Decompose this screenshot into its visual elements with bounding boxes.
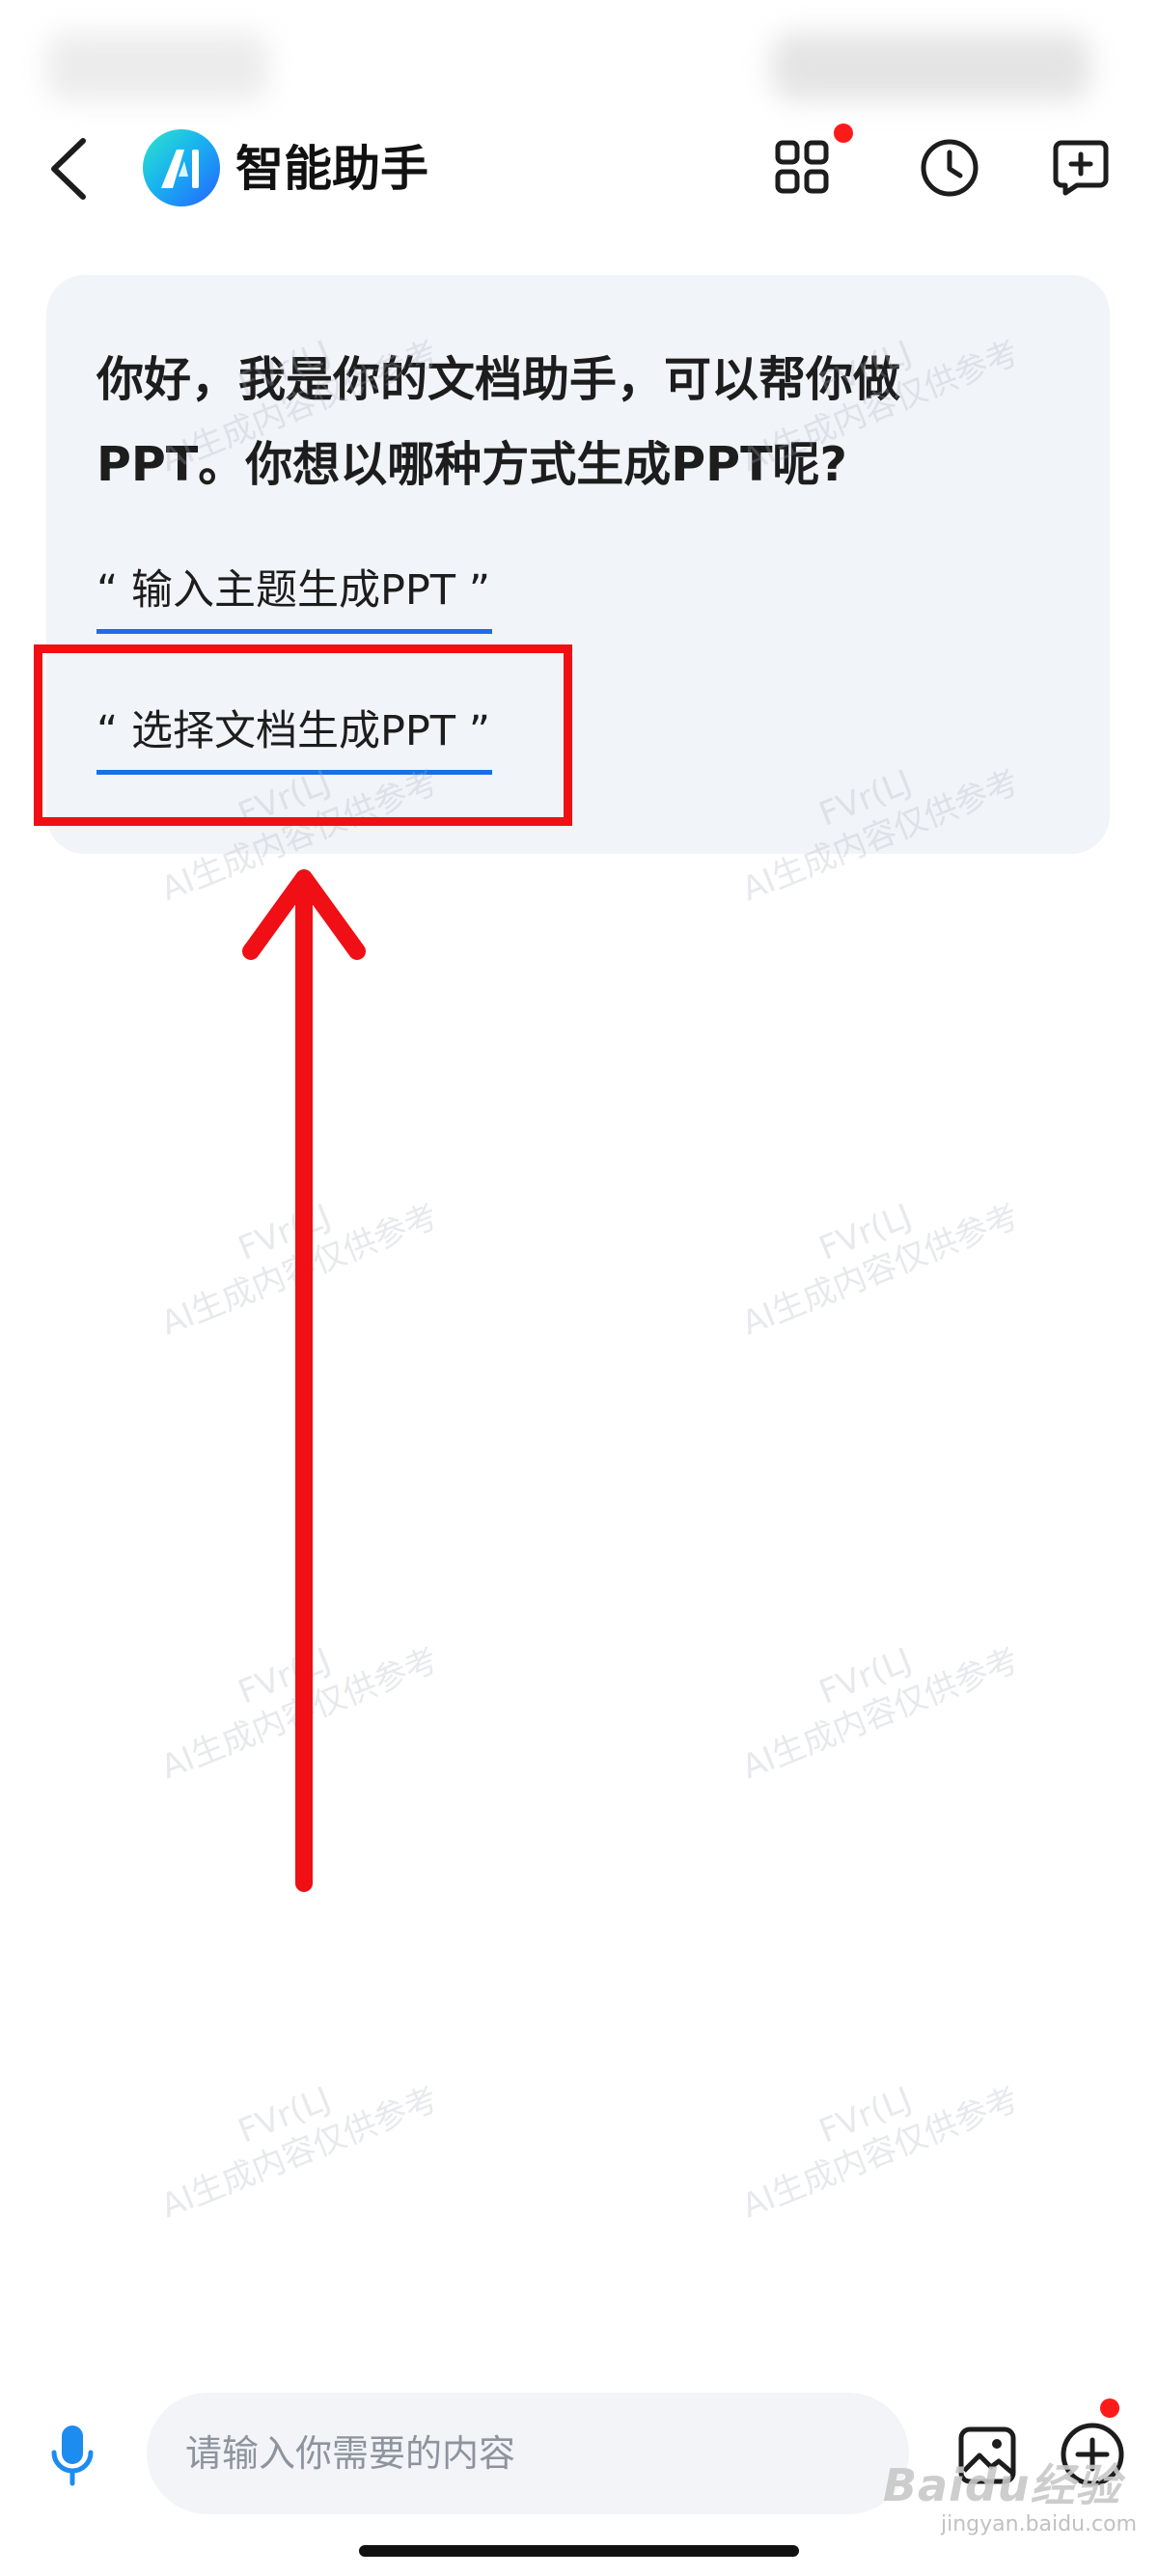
assistant-logo-icon <box>161 150 199 188</box>
option-enter-topic-generate-ppt[interactable]: “ 输入主题生成PPT ” <box>96 552 493 634</box>
watermark: FVr(LJAI生成内容仅供参考 <box>736 2079 1025 2227</box>
status-bar-left-blurred <box>46 33 268 100</box>
apps-notification-dot <box>834 123 853 143</box>
chevron-left-icon <box>51 138 86 200</box>
add-chat-icon <box>1053 140 1109 196</box>
baidu-jingyan-watermark: Baidu经验 <box>883 2459 1121 2511</box>
baidu-jingyan-url: jingyan.baidu.com <box>941 2512 1138 2536</box>
voice-input-button[interactable] <box>39 2412 106 2499</box>
back-button[interactable] <box>35 125 102 212</box>
status-bar-right-blurred <box>772 33 1090 100</box>
message-input[interactable] <box>147 2393 909 2514</box>
watermark: FVr(LJAI生成内容仅供参考 <box>155 2079 444 2227</box>
app-logo <box>143 129 220 206</box>
plus-notification-dot <box>1100 2398 1119 2418</box>
new-chat-button[interactable] <box>1042 129 1119 206</box>
home-indicator <box>359 2545 799 2557</box>
annotation-arrow-up-icon <box>242 869 366 1892</box>
clock-icon <box>921 139 979 197</box>
watermark: FVr(LJAI生成内容仅供参考 <box>736 1640 1025 1788</box>
watermark: FVr(LJAI生成内容仅供参考 <box>736 1196 1025 1344</box>
history-button[interactable] <box>911 129 988 206</box>
annotation-highlight-box <box>34 644 572 826</box>
grid-apps-icon <box>775 140 829 194</box>
microphone-icon <box>51 2425 94 2486</box>
apps-button[interactable] <box>764 129 841 206</box>
page-title: 智能助手 <box>235 141 428 197</box>
